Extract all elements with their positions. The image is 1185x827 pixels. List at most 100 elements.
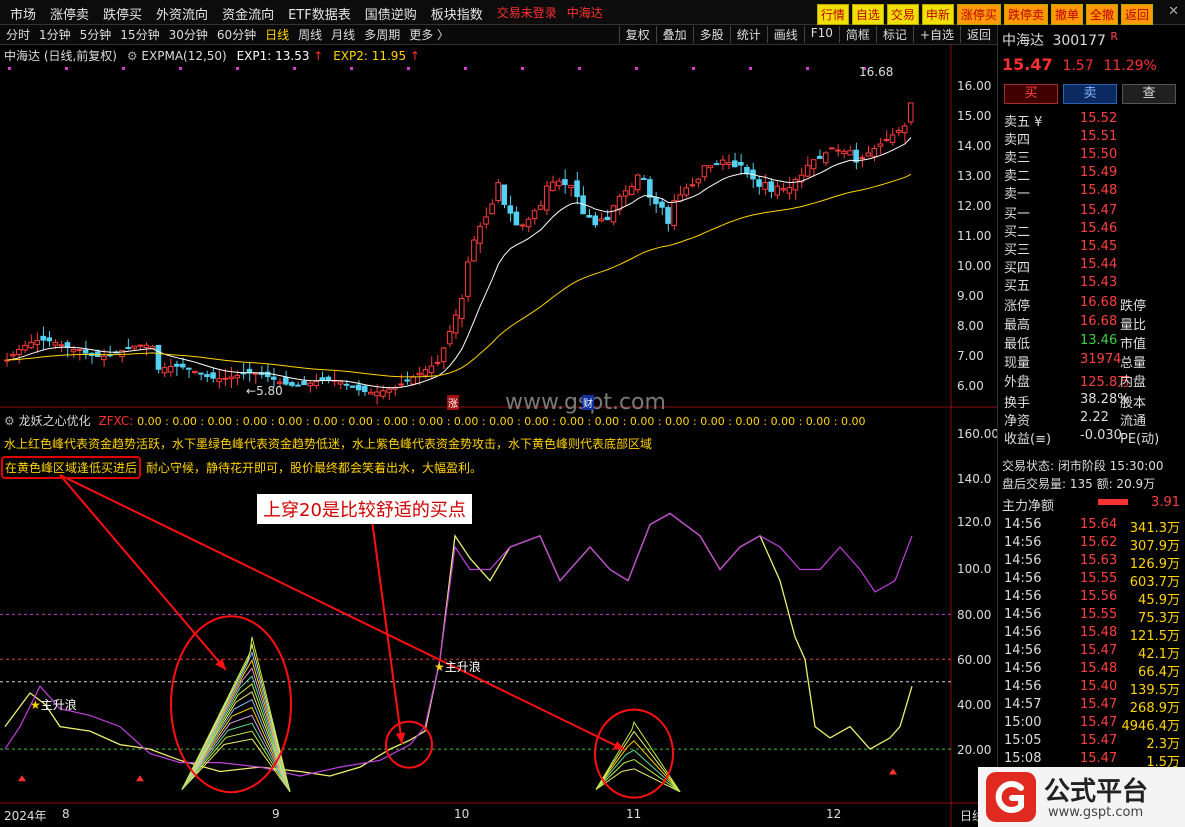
- ask-row[interactable]: 卖三 15.50: [1002, 147, 1182, 166]
- menu-item-1[interactable]: 涨停卖: [50, 4, 89, 23]
- quick-button-3[interactable]: 申新: [921, 4, 954, 25]
- stat-row[interactable]: 现量 31974 总量: [1002, 352, 1182, 371]
- sub-tick: 140.0: [957, 472, 992, 486]
- tool-button-7[interactable]: 标记: [875, 26, 913, 43]
- period-tab-7[interactable]: 周线: [298, 26, 322, 43]
- tool-button-8[interactable]: +自选: [912, 26, 960, 43]
- ask-row[interactable]: 卖二 15.49: [1002, 165, 1182, 184]
- stat-row[interactable]: 最低 13.46 市值: [1002, 333, 1182, 352]
- sub-indicator-name[interactable]: 龙妖之心优化: [19, 414, 91, 428]
- bid-row[interactable]: 买一 15.47: [1002, 203, 1182, 222]
- buy-button[interactable]: 买: [1004, 84, 1058, 104]
- period-tab-3[interactable]: 15分钟: [120, 26, 159, 43]
- quick-button-4[interactable]: 涨停买: [956, 4, 1001, 25]
- candle-body: [653, 197, 659, 205]
- quick-button-1[interactable]: 自选: [851, 4, 884, 25]
- menu-item-0[interactable]: 市场: [10, 4, 36, 23]
- tool-button-6[interactable]: 简框: [838, 26, 876, 43]
- sub-settings-icon[interactable]: ⚙: [4, 414, 15, 428]
- tick-row[interactable]: 14:56 15.63 126.9万: [1002, 553, 1182, 572]
- quick-button-8[interactable]: 返回: [1120, 4, 1153, 25]
- period-tab-5[interactable]: 60分钟: [217, 26, 256, 43]
- period-tab-8[interactable]: 月线: [331, 26, 355, 43]
- bid-row[interactable]: 买四 15.44: [1002, 257, 1182, 276]
- candle-body: [289, 382, 295, 386]
- period-tab-0[interactable]: 分时: [6, 26, 30, 43]
- tool-button-4[interactable]: 画线: [766, 26, 804, 43]
- row-key: 买四: [1004, 261, 1031, 276]
- tick-row[interactable]: 15:00 15.47 4946.4万: [1002, 715, 1182, 734]
- stat-row[interactable]: 涨停 16.68 跌停: [1002, 295, 1182, 314]
- tool-button-1[interactable]: 叠加: [655, 26, 693, 43]
- close-icon[interactable]: ✕: [1168, 4, 1179, 19]
- finance-mark[interactable]: 财: [582, 395, 594, 410]
- limit-up-mark[interactable]: 涨: [447, 395, 459, 410]
- candle-body: [665, 207, 671, 224]
- quick-button-2[interactable]: 交易: [886, 4, 919, 25]
- quick-button-7[interactable]: 全撤: [1085, 4, 1118, 25]
- tick-row[interactable]: 14:56 15.56 45.9万: [1002, 589, 1182, 608]
- candle-body: [562, 179, 568, 186]
- login-hint[interactable]: 交易未登录: [497, 4, 557, 23]
- period-tab-9[interactable]: 多周期: [364, 26, 400, 43]
- menu-item-2[interactable]: 跌停买: [103, 4, 142, 23]
- stat-row[interactable]: 收益(≡) -0.030 PE(动): [1002, 428, 1182, 447]
- candle-body: [34, 340, 40, 345]
- ask-row[interactable]: 卖一 15.48: [1002, 183, 1182, 202]
- tool-button-5[interactable]: F10: [803, 26, 839, 43]
- stat-row[interactable]: 外盘 125.8万 内盘: [1002, 371, 1182, 390]
- indicator-settings-icon[interactable]: ⚙: [127, 49, 138, 63]
- query-button[interactable]: 查: [1122, 84, 1176, 104]
- stat-row[interactable]: 净资 2.22 流通: [1002, 410, 1182, 429]
- tick-row[interactable]: 14:56 15.55 603.7万: [1002, 571, 1182, 590]
- tick-row[interactable]: 14:56 15.48 121.5万: [1002, 625, 1182, 644]
- ask-row[interactable]: 卖五 ¥ 15.52: [1002, 111, 1182, 130]
- quote-code: 300177: [1052, 33, 1106, 49]
- row-value: 15.47: [1080, 203, 1118, 218]
- tool-button-0[interactable]: 复权: [618, 26, 656, 43]
- tick-row[interactable]: 14:56 15.62 307.9万: [1002, 535, 1182, 554]
- net-amount-row[interactable]: 主力净额 3.91: [1002, 495, 1182, 514]
- bid-row[interactable]: 买五 15.43: [1002, 275, 1182, 294]
- period-tab-2[interactable]: 5分钟: [80, 26, 112, 43]
- quick-button-0[interactable]: 行情: [816, 4, 849, 25]
- tick-price: 15.47: [1080, 751, 1118, 766]
- quick-button-5[interactable]: 跌停卖: [1003, 4, 1048, 25]
- candle-body: [155, 345, 162, 370]
- chart-area[interactable]: 中海达 (日线,前复权) ⚙ EXPMA(12,50) EXP1: 13.53 …: [0, 45, 999, 827]
- tick-row[interactable]: 14:56 15.47 42.1万: [1002, 643, 1182, 662]
- menu-item-5[interactable]: ETF数据表: [288, 4, 351, 23]
- menu-item-7[interactable]: 板块指数: [431, 4, 483, 23]
- stat-row[interactable]: 换手 38.28% 股本: [1002, 392, 1182, 411]
- tick-row[interactable]: 15:05 15.47 2.3万: [1002, 733, 1182, 752]
- tick-row[interactable]: 14:56 15.48 66.4万: [1002, 661, 1182, 680]
- stat-row[interactable]: 最高 16.68 量比: [1002, 314, 1182, 333]
- tick-price: 15.47: [1080, 697, 1118, 712]
- indicator-name[interactable]: EXPMA(12,50): [141, 49, 226, 63]
- price-tick: 16.00: [957, 79, 992, 93]
- period-tab-10[interactable]: 更多 〉: [409, 26, 449, 43]
- period-tab-1[interactable]: 1分钟: [39, 26, 71, 43]
- menu-item-3[interactable]: 外资流向: [156, 4, 208, 23]
- stock-hint[interactable]: 中海达: [567, 4, 603, 23]
- sell-button[interactable]: 卖: [1063, 84, 1117, 104]
- bid-row[interactable]: 买二 15.46: [1002, 221, 1182, 240]
- tick-row[interactable]: 14:57 15.47 268.9万: [1002, 697, 1182, 716]
- tool-button-3[interactable]: 统计: [729, 26, 767, 43]
- ask-row[interactable]: 卖四 15.51: [1002, 129, 1182, 148]
- quick-button-6[interactable]: 撤单: [1050, 4, 1083, 25]
- candle-body: [428, 365, 435, 374]
- period-tab-6[interactable]: 日线: [265, 26, 289, 43]
- row-key: 卖五 ¥: [1004, 115, 1043, 130]
- menu-item-6[interactable]: 国债逆购: [365, 4, 417, 23]
- tick-time: 14:56: [1004, 679, 1042, 694]
- tool-button-2[interactable]: 多股: [692, 26, 730, 43]
- bid-row[interactable]: 买三 15.45: [1002, 239, 1182, 258]
- period-tab-4[interactable]: 30分钟: [169, 26, 208, 43]
- price-tick: 6.00: [957, 379, 984, 393]
- tick-row[interactable]: 14:56 15.40 139.5万: [1002, 679, 1182, 698]
- tick-row[interactable]: 14:56 15.55 75.3万: [1002, 607, 1182, 626]
- tick-row[interactable]: 14:56 15.64 341.3万: [1002, 517, 1182, 536]
- menu-item-4[interactable]: 资金流向: [222, 4, 274, 23]
- tool-button-9[interactable]: 返回: [959, 26, 997, 43]
